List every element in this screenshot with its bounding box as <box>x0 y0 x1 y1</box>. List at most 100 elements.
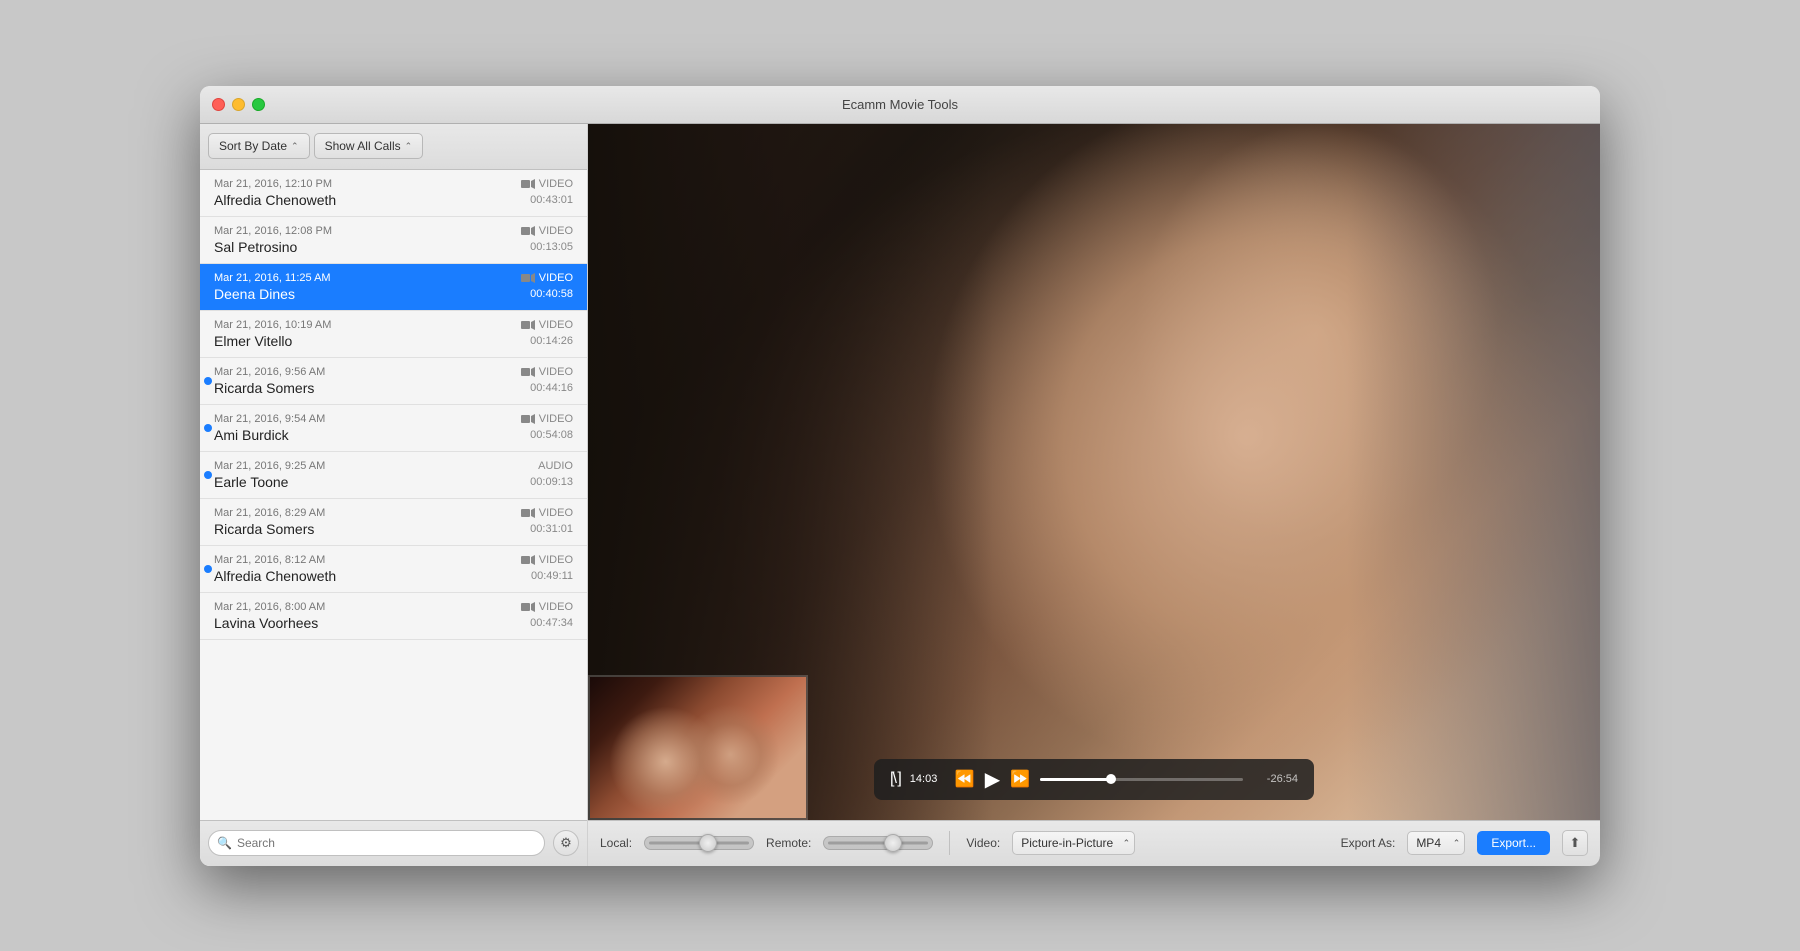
call-date: Mar 21, 2016, 12:10 PM <box>214 178 332 190</box>
call-duration: 00:44:16 <box>530 382 573 394</box>
sort-chevron-icon: ⌃ <box>291 141 299 152</box>
search-input[interactable] <box>237 836 536 850</box>
call-type-row: VIDEO <box>521 601 573 613</box>
call-name: Ricarda Somers <box>214 521 314 537</box>
call-type-row: VIDEO <box>521 413 573 425</box>
call-header: Mar 21, 2016, 9:25 AM AUDIO <box>214 460 573 472</box>
call-duration: 00:49:11 <box>531 570 573 582</box>
video-mode-select[interactable]: Picture-in-PictureSide-by-SideLocal Only… <box>1012 831 1135 855</box>
window-title: Ecamm Movie Tools <box>842 97 958 112</box>
call-bottom-row: Deena Dines 00:40:58 <box>214 286 573 302</box>
call-type-row: VIDEO <box>521 366 573 378</box>
video-icon <box>521 555 535 565</box>
export-format-select[interactable]: MP4MOVM4V <box>1407 831 1465 855</box>
call-item[interactable]: Mar 21, 2016, 11:25 AM VIDEO Deena Dines… <box>200 264 587 311</box>
video-icon <box>521 367 535 377</box>
call-bottom-row: Elmer Vitello 00:14:26 <box>214 333 573 349</box>
rewind-button[interactable]: ⏪ <box>955 769 975 789</box>
remaining-time: -26:54 <box>1253 773 1298 785</box>
call-header: Mar 21, 2016, 8:12 AM VIDEO <box>214 554 573 566</box>
video-label: Video: <box>966 836 1000 850</box>
call-item[interactable]: Mar 21, 2016, 10:19 AM VIDEO Elmer Vitel… <box>200 311 587 358</box>
call-duration: 00:47:34 <box>530 617 573 629</box>
call-item[interactable]: Mar 21, 2016, 9:54 AM VIDEO Ami Burdick … <box>200 405 587 452</box>
call-duration: 00:40:58 <box>530 288 573 300</box>
show-chevron-icon: ⌃ <box>405 141 413 152</box>
fast-forward-button[interactable]: ⏩ <box>1010 769 1030 789</box>
calls-list: Mar 21, 2016, 12:10 PM VIDEO Alfredia Ch… <box>200 170 587 820</box>
call-header: Mar 21, 2016, 10:19 AM VIDEO <box>214 319 573 331</box>
export-button[interactable]: Export... <box>1477 831 1550 855</box>
call-type-row: VIDEO <box>521 507 573 519</box>
call-header: Mar 21, 2016, 9:56 AM VIDEO <box>214 366 573 378</box>
call-item[interactable]: Mar 21, 2016, 12:10 PM VIDEO Alfredia Ch… <box>200 170 587 217</box>
call-name: Ricarda Somers <box>214 380 314 396</box>
video-icon <box>521 179 535 189</box>
call-header: Mar 21, 2016, 12:10 PM VIDEO <box>214 178 573 190</box>
video-area: [\ ] 14:03 ⏪ ▶ ⏩ -26:54 Local: <box>588 124 1600 866</box>
remote-volume-thumb[interactable] <box>884 834 902 852</box>
unread-dot <box>204 424 212 432</box>
play-button[interactable]: ▶ <box>985 767 1000 792</box>
minimize-button[interactable] <box>232 98 245 111</box>
call-item[interactable]: Mar 21, 2016, 8:00 AM VIDEO Lavina Voorh… <box>200 593 587 640</box>
share-button[interactable]: ⬆ <box>1562 830 1588 856</box>
call-date: Mar 21, 2016, 11:25 AM <box>214 272 331 284</box>
local-volume-slider[interactable] <box>644 836 754 850</box>
progress-thumb <box>1106 774 1116 784</box>
sort-by-date-button[interactable]: Sort By Date ⌃ <box>208 133 310 159</box>
call-type-row: VIDEO <box>521 178 573 190</box>
maximize-button[interactable] <box>252 98 265 111</box>
remote-volume-track <box>828 842 928 845</box>
unread-dot <box>204 565 212 573</box>
call-name: Deena Dines <box>214 286 295 302</box>
call-name: Alfredia Chenoweth <box>214 192 336 208</box>
bracket-icon: [\ ] <box>890 770 900 788</box>
call-item[interactable]: Mar 21, 2016, 9:25 AM AUDIO Earle Toone … <box>200 452 587 499</box>
sidebar-toolbar: Sort By Date ⌃ Show All Calls ⌃ <box>200 124 587 170</box>
close-button[interactable] <box>212 98 225 111</box>
call-item[interactable]: Mar 21, 2016, 8:12 AM VIDEO Alfredia Che… <box>200 546 587 593</box>
video-icon <box>521 414 535 424</box>
remote-volume-slider[interactable] <box>823 836 933 850</box>
video-icon <box>521 508 535 518</box>
call-type: VIDEO <box>539 413 573 425</box>
call-date: Mar 21, 2016, 9:25 AM <box>214 460 325 472</box>
call-name: Earle Toone <box>214 474 288 490</box>
show-all-calls-button[interactable]: Show All Calls ⌃ <box>314 133 424 159</box>
call-type: VIDEO <box>539 554 573 566</box>
sidebar-footer: 🔍 ⚙ <box>200 820 587 866</box>
separator-1 <box>949 831 950 855</box>
call-type: VIDEO <box>539 178 573 190</box>
call-name: Alfredia Chenoweth <box>214 568 336 584</box>
call-bottom-row: Ricarda Somers 00:31:01 <box>214 521 573 537</box>
call-duration: 00:13:05 <box>530 241 573 253</box>
local-volume-thumb[interactable] <box>699 834 717 852</box>
bottom-bar: Local: Remote: Video: Picture-in-Picture… <box>588 820 1600 866</box>
call-date: Mar 21, 2016, 9:54 AM <box>214 413 325 425</box>
call-header: Mar 21, 2016, 8:29 AM VIDEO <box>214 507 573 519</box>
video-main: [\ ] 14:03 ⏪ ▶ ⏩ -26:54 <box>588 124 1600 820</box>
call-item[interactable]: Mar 21, 2016, 9:56 AM VIDEO Ricarda Some… <box>200 358 587 405</box>
call-duration: 00:31:01 <box>530 523 573 535</box>
call-item[interactable]: Mar 21, 2016, 12:08 PM VIDEO Sal Petrosi… <box>200 217 587 264</box>
call-date: Mar 21, 2016, 8:00 AM <box>214 601 325 613</box>
progress-bar[interactable] <box>1040 778 1243 781</box>
video-icon <box>521 273 535 283</box>
call-header: Mar 21, 2016, 11:25 AM VIDEO <box>214 272 573 284</box>
call-type-row: VIDEO <box>521 554 573 566</box>
right-overlay <box>1347 124 1600 820</box>
video-icon <box>521 226 535 236</box>
call-duration: 00:09:13 <box>530 476 573 488</box>
main-window: Ecamm Movie Tools Sort By Date ⌃ Show Al… <box>200 86 1600 866</box>
video-icon <box>521 320 535 330</box>
call-name: Sal Petrosino <box>214 239 297 255</box>
call-item[interactable]: Mar 21, 2016, 8:29 AM VIDEO Ricarda Some… <box>200 499 587 546</box>
search-box: 🔍 <box>208 830 545 856</box>
call-date: Mar 21, 2016, 10:19 AM <box>214 319 331 331</box>
call-type: AUDIO <box>538 460 573 472</box>
pip-people <box>590 677 806 818</box>
pip-thumbnail <box>588 675 808 820</box>
local-label: Local: <box>600 836 632 850</box>
gear-button[interactable]: ⚙ <box>553 830 579 856</box>
